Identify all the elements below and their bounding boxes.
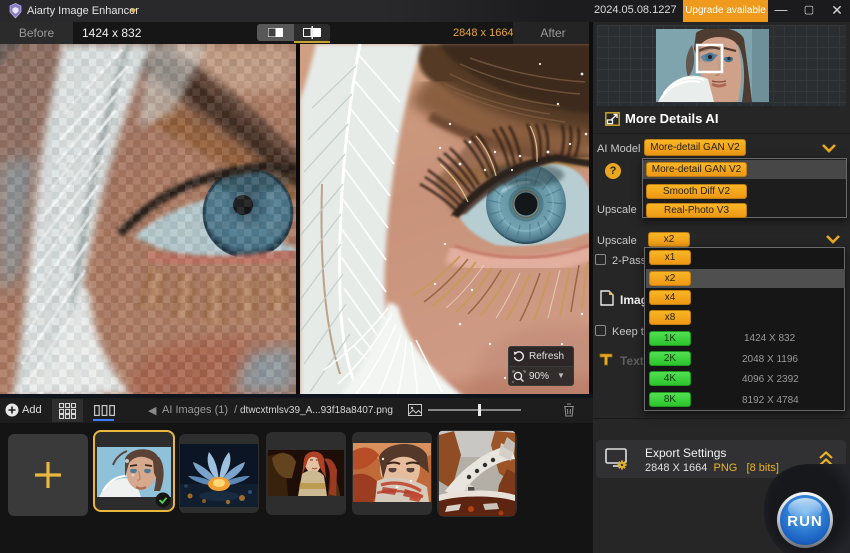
svg-text:RUN: RUN [787,513,823,530]
